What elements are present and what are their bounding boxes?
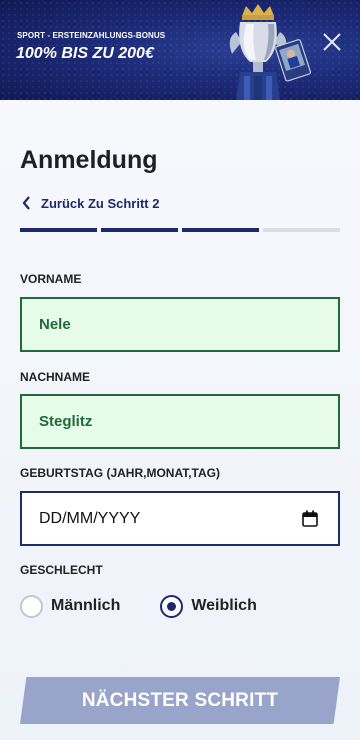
promo-subtitle: SPORT - ERSTEINZAHLUNGS-BONUS bbox=[17, 31, 166, 40]
radio-female[interactable] bbox=[160, 594, 184, 618]
calendar-icon[interactable] bbox=[302, 510, 318, 527]
birthday-placeholder: DD/MM/YYYY bbox=[39, 509, 141, 527]
birthday-input[interactable]: DD/MM/YYYY bbox=[20, 491, 340, 546]
first-name-input[interactable]: Nele bbox=[20, 297, 340, 352]
birthday-label: GEBURTSTAG (JAHR,MONAT,TAG) bbox=[20, 466, 220, 480]
last-name-label: NACHNAME bbox=[20, 370, 90, 384]
progress-step-4 bbox=[263, 228, 340, 232]
close-button[interactable] bbox=[318, 28, 346, 56]
radio-male[interactable] bbox=[20, 594, 43, 618]
promo-banner[interactable]: SPORT - ERSTEINZAHLUNGS-BONUS 100% BIS Z… bbox=[0, 0, 360, 100]
back-link[interactable]: Zurück Zu Schritt 2 bbox=[22, 192, 159, 214]
gender-label: GESCHLECHT bbox=[20, 563, 103, 577]
last-name-input[interactable]: Steglitz bbox=[20, 394, 340, 449]
gender-male-label: Männlich bbox=[51, 597, 121, 614]
first-name-label: VORNAME bbox=[20, 272, 82, 286]
registration-form: Anmeldung Zurück Zu Schritt 2 VORNAME Ne… bbox=[0, 100, 360, 740]
progress-bar bbox=[20, 228, 340, 232]
next-step-button[interactable]: NÄCHSTER SCHRITT bbox=[20, 677, 340, 724]
chevron-left-icon bbox=[22, 196, 30, 210]
back-link-label: Zurück Zu Schritt 2 bbox=[41, 195, 160, 211]
gender-option-male[interactable]: Männlich bbox=[20, 594, 121, 618]
gender-radio-group: Männlich Weiblich bbox=[20, 594, 257, 618]
gender-option-female[interactable]: Weiblich bbox=[160, 594, 257, 618]
page-title: Anmeldung bbox=[20, 146, 158, 174]
progress-step-1 bbox=[20, 228, 97, 232]
trophy-image bbox=[218, 2, 318, 100]
gender-female-label: Weiblich bbox=[191, 597, 257, 614]
promo-title: 100% BIS ZU 200€ bbox=[16, 45, 154, 62]
progress-step-2 bbox=[101, 228, 178, 232]
close-icon bbox=[323, 33, 341, 51]
progress-step-3 bbox=[182, 228, 259, 232]
